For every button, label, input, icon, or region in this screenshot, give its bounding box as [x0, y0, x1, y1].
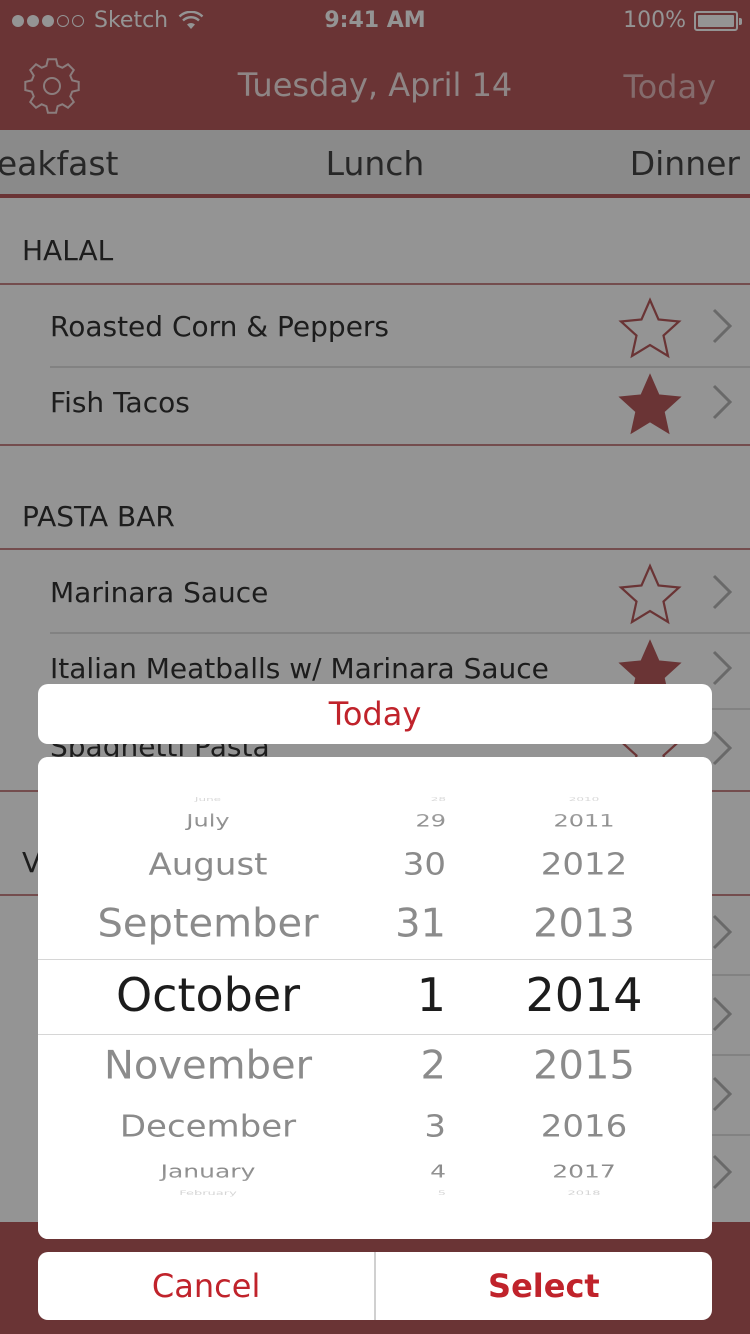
picker-day[interactable]: 3: [338, 1109, 446, 1144]
picker-fade-bottom: [38, 1169, 712, 1239]
picker-month[interactable]: August: [38, 847, 378, 882]
picker-year[interactable]: 2016: [478, 1109, 690, 1144]
picker-year[interactable]: 2013: [478, 902, 690, 947]
picker-day[interactable]: 30: [338, 847, 446, 882]
picker-month[interactable]: November: [38, 1044, 378, 1089]
action-buttons: Cancel Select: [38, 1252, 712, 1320]
cancel-button[interactable]: Cancel: [38, 1252, 374, 1320]
date-picker[interactable]: JuneJulyAugustSeptemberOctoberNovemberDe…: [38, 757, 712, 1239]
picker-day[interactable]: 2: [338, 1044, 446, 1089]
picker-year-selected[interactable]: 2014: [478, 968, 690, 1022]
select-button[interactable]: Select: [376, 1252, 712, 1320]
today-button[interactable]: Today: [38, 684, 712, 744]
picker-day[interactable]: 31: [338, 902, 446, 947]
picker-year[interactable]: 2012: [478, 847, 690, 882]
picker-fade-top: [38, 757, 712, 827]
picker-year[interactable]: 2015: [478, 1044, 690, 1089]
picker-month-selected[interactable]: October: [38, 968, 378, 1022]
picker-month[interactable]: September: [38, 902, 378, 947]
picker-month[interactable]: December: [38, 1109, 378, 1144]
picker-day-selected[interactable]: 1: [338, 968, 446, 1022]
